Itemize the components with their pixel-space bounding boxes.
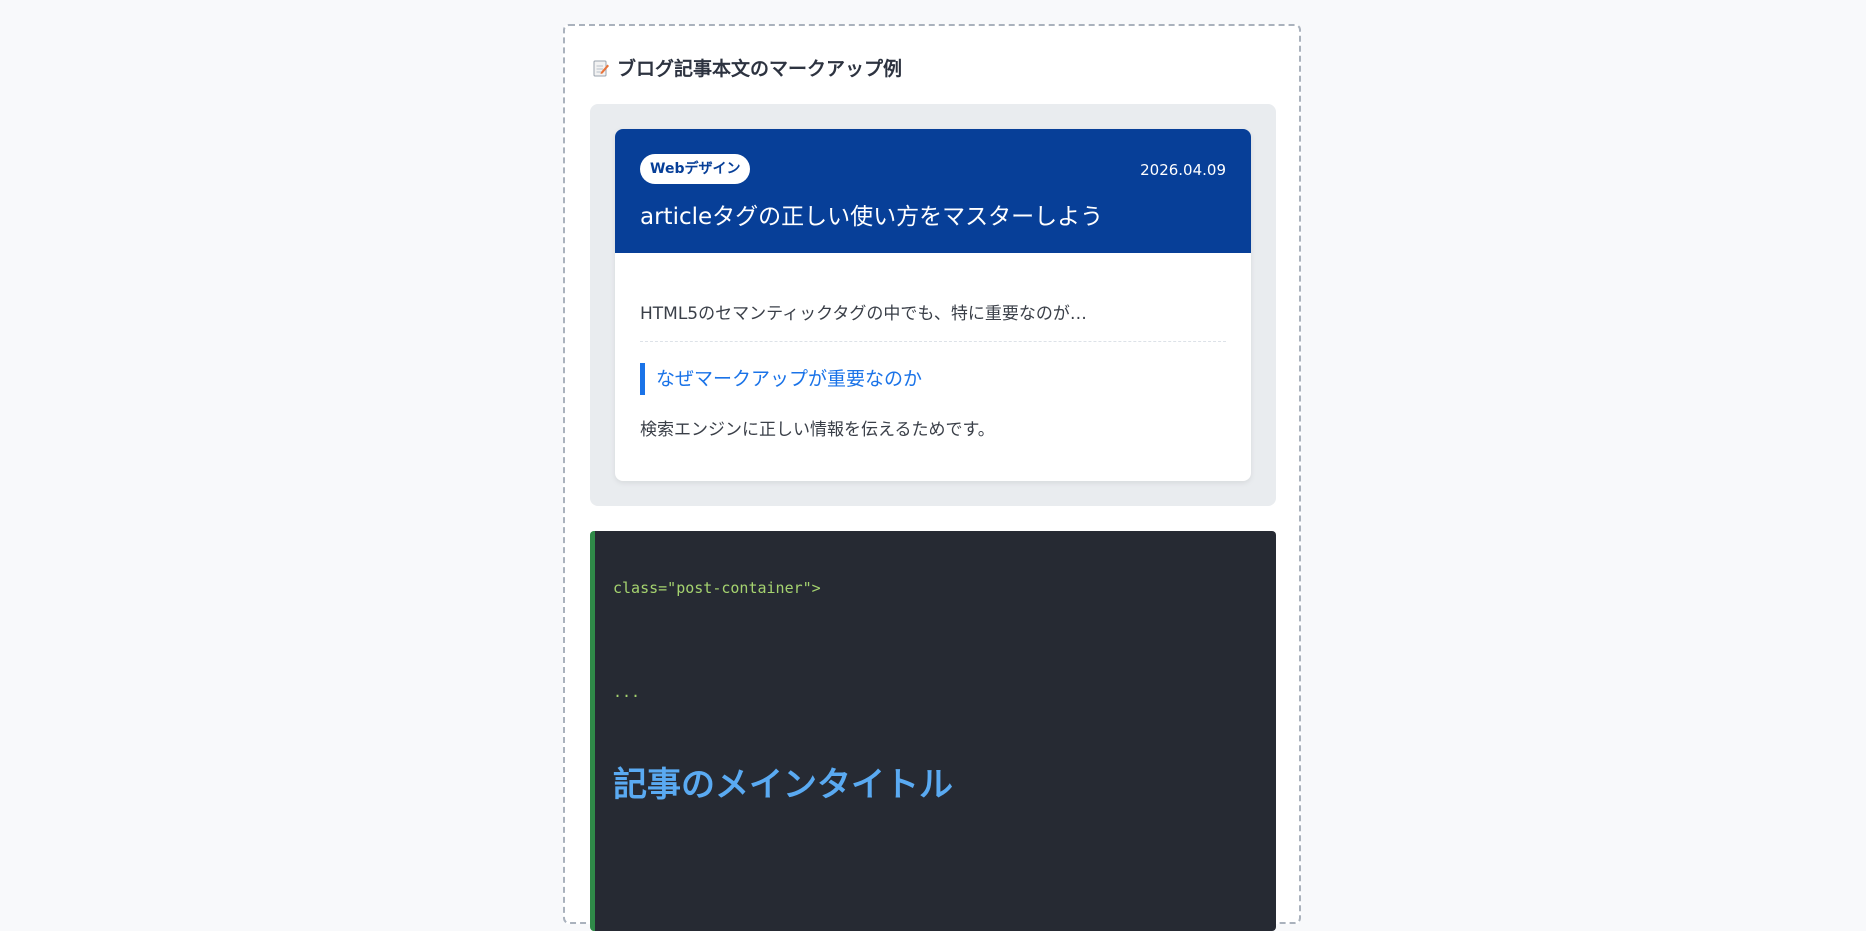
article-preview-area: Webデザイン 2026.04.09 articleタグの正しい使い方をマスター…	[590, 104, 1276, 506]
article-header: Webデザイン 2026.04.09 articleタグの正しい使い方をマスター…	[615, 129, 1251, 253]
article-subheading: なぜマークアップが重要なのか	[640, 363, 922, 395]
memo-icon	[593, 59, 609, 77]
code-main-title: 記事のメインタイトル	[613, 765, 953, 805]
content-divider	[640, 341, 1226, 342]
article-body-text: 検索エンジンに正しい情報を伝えるためです。	[640, 420, 995, 440]
article-excerpt: HTML5のセマンティックタグの中でも、特に重要なのが…	[640, 304, 1087, 324]
code-ellipsis: ...	[613, 683, 641, 701]
code-line: class="post-container">	[613, 579, 821, 597]
category-badge[interactable]: Webデザイン	[640, 154, 751, 184]
code-sample-panel: class="post-container"> ... 記事のメインタイトル	[590, 531, 1276, 931]
section-title: ブログ記事本文のマークアップ例	[593, 54, 902, 81]
post-date: 2026.04.09	[1140, 161, 1226, 179]
markup-example-panel: ブログ記事本文のマークアップ例 Webデザイン 2026.04.09 artic…	[563, 24, 1301, 931]
article-title: articleタグの正しい使い方をマスターしよう	[640, 204, 1104, 230]
article-card: Webデザイン 2026.04.09 articleタグの正しい使い方をマスター…	[615, 129, 1251, 481]
section-title-text: ブログ記事本文のマークアップ例	[617, 58, 903, 80]
